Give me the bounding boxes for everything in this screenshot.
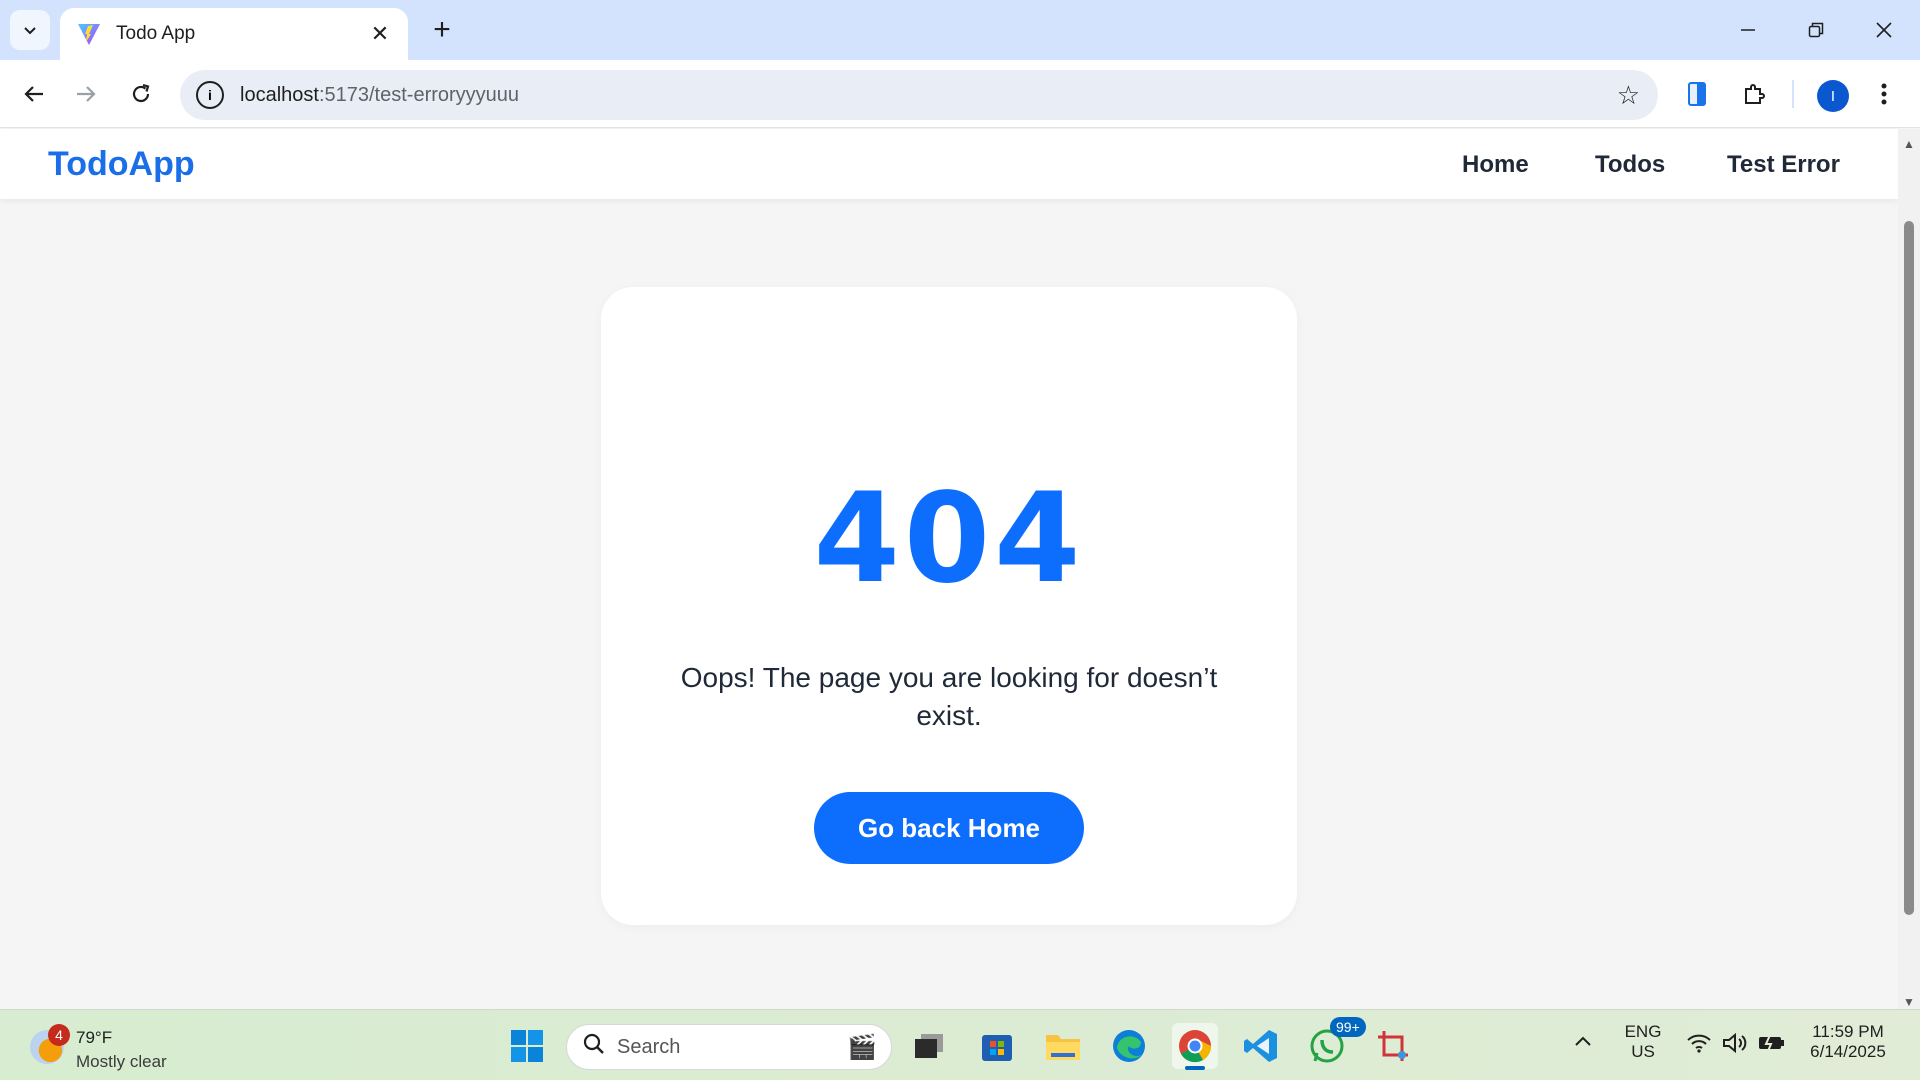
- taskbar-whatsapp[interactable]: 99+: [1304, 1017, 1366, 1069]
- task-view-icon: [915, 1034, 943, 1058]
- tab-search-button[interactable]: [10, 10, 50, 50]
- taskbar-snipping-tool[interactable]: [1370, 1023, 1416, 1069]
- wifi-icon[interactable]: [1686, 1032, 1712, 1059]
- chrome-icon: [1179, 1030, 1212, 1063]
- browser-tab-bar: Todo App ✕ +: [0, 0, 1920, 60]
- taskbar-search-box[interactable]: Search 🎬: [566, 1024, 892, 1070]
- vscode-icon: [1244, 1030, 1277, 1062]
- profile-avatar[interactable]: I: [1817, 80, 1849, 112]
- scroll-up-arrow-icon[interactable]: ▲: [1903, 137, 1915, 151]
- taskbar-file-explorer[interactable]: [1040, 1023, 1086, 1069]
- close-window-button[interactable]: [1850, 0, 1918, 60]
- page-scrollbar[interactable]: ▲ ▼: [1898, 129, 1920, 1009]
- taskbar-edge[interactable]: [1106, 1023, 1152, 1069]
- scrollbar-thumb[interactable]: [1904, 221, 1914, 915]
- minimize-button[interactable]: [1714, 0, 1782, 60]
- browser-toolbar: i localhost:5173/test-erroryyyuuu ☆: [0, 60, 1920, 128]
- nav-link-home[interactable]: Home: [1462, 151, 1529, 179]
- weather-badge: 4: [48, 1024, 70, 1046]
- nav-link-test-error[interactable]: Test Error: [1727, 151, 1840, 179]
- nav-link-todos[interactable]: Todos: [1595, 151, 1665, 179]
- app-brand-link[interactable]: TodoApp: [48, 145, 195, 184]
- browser-tab[interactable]: Todo App ✕: [60, 8, 408, 60]
- region-label: US: [1631, 1042, 1655, 1061]
- new-tab-button[interactable]: +: [424, 12, 460, 48]
- forward-button[interactable]: [64, 72, 108, 116]
- windows-taskbar: 4 79°F Mostly clear Search 🎬 99+ ENG US …: [0, 1009, 1920, 1080]
- whatsapp-badge: 99+: [1330, 1017, 1366, 1037]
- folder-icon: [1046, 1035, 1080, 1060]
- weather-temperature: 79°F: [76, 1028, 113, 1047]
- windows-logo-icon: [511, 1030, 543, 1062]
- tab-close-icon[interactable]: ✕: [368, 21, 392, 47]
- clock[interactable]: 11:59 PM 6/14/2025: [1800, 1022, 1896, 1062]
- reload-icon: [132, 83, 150, 103]
- scroll-down-arrow-icon[interactable]: ▼: [1903, 995, 1915, 1009]
- bookmark-star-icon[interactable]: ☆: [1617, 80, 1640, 111]
- start-button[interactable]: [504, 1023, 550, 1069]
- battery-icon[interactable]: [1758, 1034, 1786, 1057]
- show-hidden-icons-button[interactable]: [1574, 1034, 1592, 1052]
- taskbar-vscode[interactable]: [1238, 1023, 1284, 1069]
- taskbar-chrome[interactable]: [1172, 1023, 1218, 1069]
- reading-mode-icon: [1688, 82, 1706, 106]
- forward-arrow-icon: [77, 86, 96, 102]
- chrome-active-indicator: [1185, 1066, 1205, 1070]
- edge-icon: [1113, 1030, 1145, 1062]
- snipping-tool-icon: [1378, 1031, 1408, 1061]
- close-icon: [1876, 22, 1892, 38]
- chrome-menu-button[interactable]: [1864, 74, 1904, 114]
- not-found-card: 404 Oops! The page you are looking for d…: [601, 287, 1297, 925]
- weather-condition: Mostly clear: [76, 1052, 167, 1071]
- kebab-menu-icon: [1881, 83, 1887, 105]
- weather-widget[interactable]: 4 79°F Mostly clear: [26, 1024, 226, 1071]
- minimize-icon: [1741, 29, 1755, 31]
- back-arrow-icon: [24, 86, 43, 102]
- restore-icon: [1808, 22, 1824, 38]
- taskbar-task-view[interactable]: [906, 1023, 952, 1069]
- chevron-up-icon: [1575, 1036, 1591, 1046]
- taskbar-microsoft-store[interactable]: [974, 1023, 1020, 1069]
- store-icon: [982, 1035, 1012, 1061]
- reload-button[interactable]: [119, 72, 163, 116]
- back-button[interactable]: [12, 72, 56, 116]
- clock-time: 11:59 PM: [1812, 1022, 1884, 1041]
- error-code: 404: [813, 467, 1085, 611]
- chevron-down-icon: [24, 27, 36, 35]
- web-page: TodoApp Home Todos Test Error 404 Oops! …: [0, 129, 1898, 1009]
- go-back-home-button[interactable]: Go back Home: [814, 792, 1084, 864]
- tab-title: Todo App: [116, 23, 196, 44]
- search-placeholder: Search: [617, 1035, 681, 1058]
- language-label: ENG: [1624, 1022, 1662, 1041]
- puzzle-icon: [1745, 84, 1765, 104]
- volume-icon[interactable]: [1722, 1032, 1748, 1059]
- toolbar-divider: [1792, 80, 1794, 108]
- extensions-button[interactable]: [1734, 74, 1774, 114]
- reading-mode-button[interactable]: [1678, 74, 1718, 114]
- vite-favicon-icon: [78, 24, 100, 45]
- search-highlight-icon: 🎬: [847, 1034, 877, 1061]
- site-info-icon[interactable]: i: [196, 81, 224, 109]
- language-indicator[interactable]: ENG US: [1620, 1022, 1666, 1062]
- search-icon: [583, 1033, 605, 1062]
- app-navbar: TodoApp Home Todos Test Error: [0, 129, 1898, 199]
- url-host: localhost: [240, 83, 319, 106]
- address-bar[interactable]: i localhost:5173/test-erroryyyuuu ☆: [180, 70, 1658, 120]
- clock-date: 6/14/2025: [1810, 1042, 1886, 1061]
- url-path: :5173/test-erroryyyuuu: [318, 83, 520, 106]
- restore-button[interactable]: [1782, 0, 1850, 60]
- error-message: Oops! The page you are looking for doesn…: [680, 662, 1218, 731]
